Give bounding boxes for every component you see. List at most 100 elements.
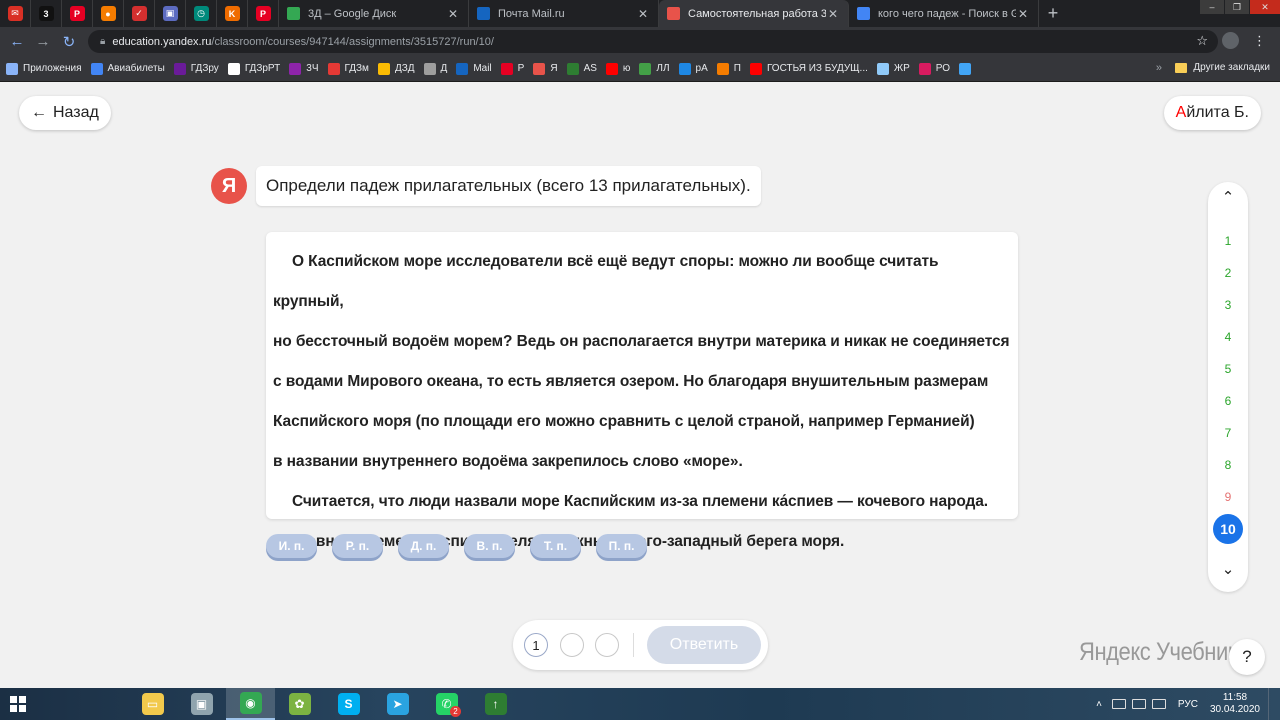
bookmark-item[interactable]: Приложения <box>6 62 82 75</box>
close-icon[interactable]: ✕ <box>1250 0 1280 14</box>
bookmark-item[interactable]: ГДЗру <box>173 62 219 75</box>
question-5[interactable]: 5 <box>1208 362 1248 376</box>
case-accusative-chip[interactable]: В. п. <box>464 534 515 558</box>
volume-icon[interactable] <box>1151 699 1166 709</box>
question-navigator: ⌃ 1 2 3 4 5 6 7 8 9 10 ⌄ <box>1208 182 1248 592</box>
show-desktop-button[interactable] <box>1268 688 1274 720</box>
browser-tab[interactable]: 3Д – Google Диск ✕ <box>279 0 469 27</box>
profile-avatar[interactable] <box>1222 32 1239 49</box>
question-1[interactable]: 1 <box>1208 234 1248 248</box>
bookmark-item[interactable]: ЛЛ <box>639 62 670 75</box>
bookmark-item[interactable]: Авиабилеты <box>90 62 165 75</box>
bookmark-label: 3Ч <box>306 63 319 74</box>
bookmark-item[interactable]: ЖР <box>876 62 910 75</box>
question-3[interactable]: 3 <box>1208 298 1248 312</box>
bookmark-label: ЛЛ <box>656 63 670 74</box>
pinned-tab[interactable]: ✉ <box>0 0 31 27</box>
question-6[interactable]: 6 <box>1208 394 1248 408</box>
bookmarks-more-button[interactable]: » <box>1156 62 1162 74</box>
restore-icon[interactable]: ❐ <box>1225 0 1249 14</box>
pinned-tab[interactable]: 3 <box>31 0 62 27</box>
submit-answer-button[interactable]: Ответить <box>647 626 761 664</box>
browser-tab[interactable]: кого чего падеж - Поиск в Goo✕ <box>849 0 1039 27</box>
browser-tab[interactable]: Самостоятельная работа 30.04✕ <box>659 0 849 27</box>
bookmark-favicon-icon <box>90 62 103 75</box>
reload-icon[interactable]: ↻ <box>56 33 82 51</box>
tab-title: Самостоятельная работа 30.04 <box>688 7 826 20</box>
case-dative-chip[interactable]: Д. п. <box>398 534 449 558</box>
pinned-tab[interactable]: ● <box>93 0 124 27</box>
bookmark-item[interactable]: ю <box>605 62 630 75</box>
case-prepositional-chip[interactable]: П. п. <box>596 534 647 558</box>
clock[interactable]: 11:58 30.04.2020 <box>1210 692 1260 716</box>
update-app-icon: ↑ <box>484 693 507 715</box>
bookmark-item[interactable]: РО <box>918 62 950 75</box>
back-button[interactable]: ← Назад <box>19 96 111 130</box>
question-10-current[interactable]: 10 <box>1213 514 1243 544</box>
close-tab-icon[interactable]: ✕ <box>1016 7 1030 21</box>
chevron-up-icon[interactable]: ⌃ <box>1208 188 1248 206</box>
taskbar-search[interactable] <box>36 688 128 720</box>
pinned-tab[interactable]: ◷ <box>186 0 217 27</box>
case-instrumental-chip[interactable]: Т. п. <box>530 534 581 558</box>
new-tab-button[interactable]: + <box>1039 0 1067 27</box>
bookmark-item[interactable]: П <box>716 62 741 75</box>
bookmark-item[interactable]: ДЗД <box>377 62 415 75</box>
taskbar-app[interactable]: ✿ <box>275 688 324 720</box>
back-label: Назад <box>53 104 99 121</box>
bookmark-item[interactable]: ГОСТЬЯ ИЗ БУДУЩ... <box>749 62 868 75</box>
browser-tab[interactable]: Почта Mail.ru ✕ <box>469 0 659 27</box>
attempt-3 <box>595 633 619 657</box>
pinned-tab[interactable]: ✓ <box>124 0 155 27</box>
forward-arrow-icon[interactable]: → <box>30 33 56 50</box>
pinned-tab[interactable]: K <box>217 0 248 27</box>
pinned-tab[interactable]: ▣ <box>155 0 186 27</box>
pinned-tab[interactable]: P <box>62 0 93 27</box>
other-bookmarks[interactable]: Другие закладки <box>1175 62 1270 73</box>
bookmark-item[interactable]: ГДЗрРТ <box>227 62 280 75</box>
bookmark-item[interactable]: Р <box>500 62 524 75</box>
taskbar-app[interactable]: ▣ <box>177 688 226 720</box>
network-icon[interactable] <box>1111 699 1126 709</box>
bookmark-item[interactable]: ГДЗм <box>327 62 369 75</box>
question-4[interactable]: 4 <box>1208 330 1248 344</box>
taskbar-app[interactable]: ◉ <box>226 688 275 720</box>
question-2[interactable]: 2 <box>1208 266 1248 280</box>
bookmark-item[interactable]: Д <box>423 62 447 75</box>
close-tab-icon[interactable]: ✕ <box>826 7 840 21</box>
language-indicator[interactable]: РУС <box>1178 699 1198 710</box>
back-arrow-icon[interactable]: ← <box>4 33 30 50</box>
close-tab-icon[interactable]: ✕ <box>636 7 650 21</box>
bookmark-label: АS <box>583 63 597 74</box>
menu-icon[interactable]: ⋮ <box>1253 33 1266 49</box>
bookmark-item[interactable]: АS <box>566 62 597 75</box>
minimize-icon[interactable]: – <box>1200 0 1224 14</box>
start-button[interactable] <box>0 688 36 720</box>
chevron-down-icon[interactable]: ⌄ <box>1208 560 1248 578</box>
taskbar-app[interactable]: ▭ <box>128 688 177 720</box>
bookmark-favicon-icon <box>918 62 931 75</box>
url-input[interactable]: 🔒︎ education.yandex.ru/classroom/courses… <box>88 30 1218 53</box>
tray-chevron-icon[interactable]: ˄ <box>1096 699 1102 710</box>
taskbar-app[interactable]: ↑ <box>471 688 520 720</box>
bookmark-item[interactable]: рА <box>678 62 708 75</box>
question-7[interactable]: 7 <box>1208 426 1248 440</box>
taskbar-app[interactable]: ➤ <box>373 688 422 720</box>
question-9[interactable]: 9 <box>1208 490 1248 504</box>
case-nominative-chip[interactable]: И. п. <box>266 534 317 558</box>
taskbar-app[interactable]: S <box>324 688 373 720</box>
bookmark-item[interactable]: Я <box>533 62 558 75</box>
bookmark-item[interactable]: Mail <box>456 62 492 75</box>
case-genitive-chip[interactable]: Р. п. <box>332 534 383 558</box>
star-icon[interactable]: ☆ <box>1196 33 1208 49</box>
question-8[interactable]: 8 <box>1208 458 1248 472</box>
lock-icon: 🔒︎ <box>100 36 106 47</box>
bookmark-item[interactable]: 3Ч <box>289 62 319 75</box>
help-button[interactable]: ? <box>1229 639 1265 675</box>
bookmark-item[interactable] <box>959 62 976 75</box>
battery-icon[interactable] <box>1131 699 1146 709</box>
pinned-tab[interactable]: P <box>248 0 279 27</box>
close-tab-icon[interactable]: ✕ <box>446 7 460 21</box>
user-menu[interactable]: Айлита Б. <box>1163 96 1261 130</box>
taskbar-app[interactable]: ✆ 2 <box>422 688 471 720</box>
